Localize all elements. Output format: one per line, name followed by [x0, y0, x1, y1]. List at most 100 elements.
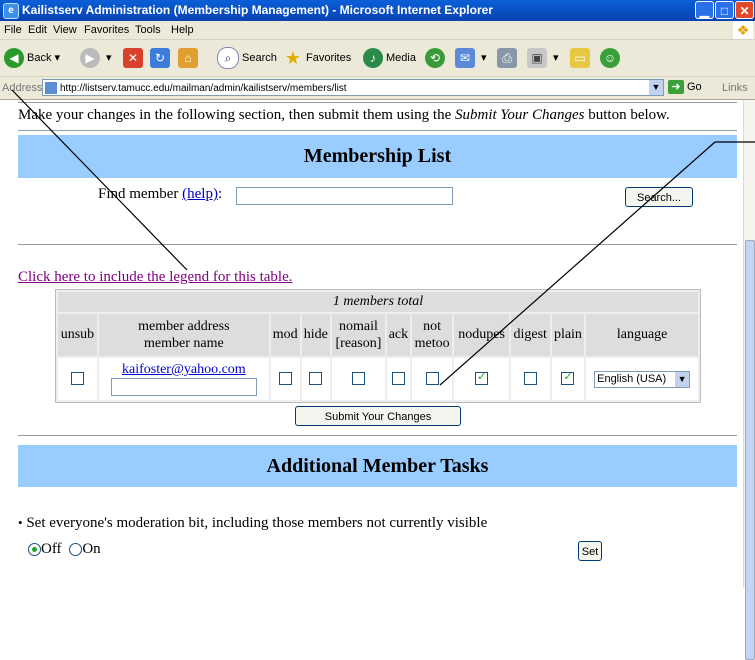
menu-tools[interactable]: Tools: [135, 24, 161, 36]
home-icon: ⌂: [178, 48, 198, 69]
favorites-button[interactable]: ★ Favorites: [283, 47, 351, 69]
find-member-row: Find member (help):: [98, 186, 222, 203]
messenger-button[interactable]: ☺: [600, 47, 623, 69]
digest-cell: [510, 358, 550, 400]
address-dropdown-icon[interactable]: ▼: [649, 80, 663, 95]
membership-heading: Membership List: [18, 135, 737, 178]
menu-view[interactable]: View: [53, 24, 77, 36]
col-member-address: member address member name: [98, 314, 269, 356]
stop-button[interactable]: ✕: [123, 47, 146, 69]
media-button[interactable]: ♪ Media: [363, 47, 416, 69]
not-metoo-checkbox[interactable]: [425, 372, 439, 386]
address-input[interactable]: http://listserv.tamucc.edu/mailman/admin…: [42, 79, 664, 96]
moderation-text: Set everyone's moderation bit, including…: [26, 515, 488, 531]
help-link[interactable]: (help): [182, 186, 218, 202]
digest-checkbox[interactable]: [523, 372, 537, 386]
close-button[interactable]: ✕: [735, 1, 754, 19]
divider: [18, 130, 737, 131]
menu-edit[interactable]: Edit: [28, 24, 47, 36]
col-nodupes: nodupes: [454, 314, 509, 356]
additional-tasks-heading: Additional Member Tasks: [18, 445, 737, 487]
mod-cell: [270, 358, 300, 400]
ack-checkbox[interactable]: [391, 372, 405, 386]
page-content: Make your changes in the following secti…: [0, 100, 743, 588]
favorites-star-icon: ★: [284, 48, 302, 69]
col-nomail-label: nomail: [339, 319, 378, 334]
intro-emphasis: Submit Your Changes: [455, 107, 585, 123]
menu-file[interactable]: File: [4, 24, 22, 36]
col-not-metoo: not metoo: [411, 314, 453, 356]
history-icon: ⟲: [425, 48, 445, 69]
not-metoo-cell: [411, 358, 453, 400]
hide-checkbox[interactable]: [309, 372, 323, 386]
legend-link[interactable]: Click here to include the legend for thi…: [18, 269, 293, 285]
mail-button[interactable]: ✉ ▾: [455, 47, 487, 69]
nodupes-cell: [454, 358, 509, 400]
search-members-button[interactable]: Search...: [625, 187, 693, 207]
refresh-button[interactable]: ↻: [150, 47, 173, 69]
language-select[interactable]: English (USA) ▼: [594, 370, 691, 388]
edit-button[interactable]: ▣ ▾: [527, 47, 559, 69]
stop-icon: ✕: [123, 48, 143, 69]
off-label: Off: [41, 541, 62, 557]
plain-checkbox[interactable]: [561, 370, 575, 386]
col-reason-label: [reason]: [335, 336, 382, 351]
member-email-link[interactable]: kaifoster@yahoo.com: [122, 362, 246, 377]
links-button[interactable]: Links: [722, 82, 748, 94]
maximize-button[interactable]: □: [715, 1, 734, 19]
search-button[interactable]: ⌕ Search: [217, 47, 277, 70]
window-title-bar: e Kailistserv Administration (Membership…: [0, 0, 755, 21]
find-member-label: Find member: [98, 186, 183, 202]
divider: [18, 435, 737, 436]
address-label: Address: [2, 82, 43, 94]
window-title: Kailistserv Administration (Membership M…: [22, 3, 493, 17]
address-url: http://listserv.tamucc.edu/mailman/admin…: [60, 83, 347, 94]
history-button[interactable]: ⟲: [425, 47, 448, 69]
nomail-checkbox[interactable]: [351, 372, 365, 386]
mail-icon: ✉: [455, 48, 475, 69]
menu-favorites[interactable]: Favorites: [84, 24, 129, 36]
submit-changes-button[interactable]: Submit Your Changes: [295, 406, 461, 426]
language-cell: English (USA) ▼: [586, 358, 698, 400]
chevron-down-icon: ▼: [675, 371, 690, 387]
divider: [18, 244, 737, 245]
menu-help[interactable]: Help: [171, 24, 194, 36]
favorites-label: Favorites: [306, 52, 352, 64]
messenger-icon: ☺: [600, 48, 620, 69]
go-label: Go: [687, 81, 702, 93]
vertical-scrollbar[interactable]: [743, 100, 755, 660]
home-button[interactable]: ⌂: [178, 47, 201, 69]
moderation-on-radio[interactable]: [69, 543, 83, 557]
on-label: On: [82, 541, 101, 557]
mod-checkbox[interactable]: [278, 372, 292, 386]
unsub-cell: [58, 358, 97, 400]
col-nomail: nomail [reason]: [331, 314, 386, 356]
folder-icon: ▭: [570, 48, 590, 69]
set-button[interactable]: Set: [578, 541, 602, 561]
membership-table: 1 members total unsub member address memb…: [55, 289, 701, 403]
unsub-checkbox[interactable]: [70, 372, 84, 386]
forward-arrow-icon: ▶: [80, 48, 100, 69]
scrollbar-thumb[interactable]: [745, 240, 755, 660]
go-button[interactable]: ➜ Go: [668, 80, 702, 94]
forward-button[interactable]: ▶ ▾: [80, 47, 112, 69]
col-unsub: unsub: [58, 314, 97, 356]
print-icon: ⎙: [497, 48, 517, 69]
menu-bar: File Edit View Favorites Tools Help ❖: [0, 21, 755, 40]
legend-link-row: Click here to include the legend for thi…: [18, 269, 293, 286]
back-button[interactable]: ◀ Back ▾: [4, 47, 60, 69]
moderation-row: • Set everyone's moderation bit, includi…: [18, 515, 487, 532]
intro-after: button below.: [584, 107, 670, 123]
minimize-button[interactable]: ▁: [695, 1, 714, 19]
back-arrow-icon: ◀: [4, 48, 24, 69]
member-address-cell: kaifoster@yahoo.com: [98, 358, 269, 400]
col-digest: digest: [510, 314, 550, 356]
language-value: English (USA): [597, 372, 667, 385]
find-member-input[interactable]: [236, 187, 453, 205]
member-name-input[interactable]: [110, 378, 257, 396]
folder-button[interactable]: ▭: [570, 47, 593, 69]
print-button[interactable]: ⎙: [497, 47, 520, 69]
nodupes-checkbox[interactable]: [475, 370, 489, 386]
moderation-off-radio[interactable]: [28, 543, 41, 557]
members-total: 1 members total: [58, 292, 698, 312]
